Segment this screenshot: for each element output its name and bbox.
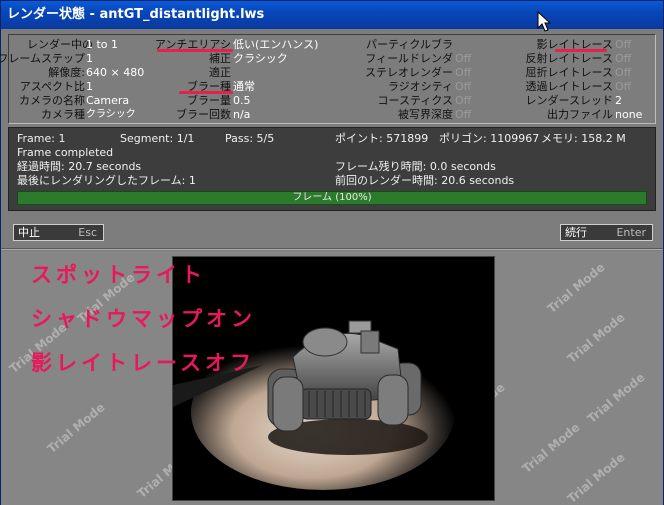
reconstruction-label: 補正 — [209, 52, 231, 65]
polygons-readout: ポリゴン: 1109967 — [439, 132, 540, 145]
render-preview-image — [172, 256, 495, 501]
resolution-value: 640 × 480 — [86, 66, 145, 79]
trial-mode-watermark: Trial Mode — [584, 370, 648, 426]
blur-passes-value: n/a — [233, 108, 251, 121]
trial-mode-watermark: Trial Mode — [544, 260, 608, 316]
continue-shortcut: Enter — [616, 226, 646, 239]
render-display-area: Trial Mode Trial Mode Trial Mode Trial Mode… — [1, 251, 663, 505]
progress-label: フレーム (100%) — [292, 192, 372, 203]
render-progress-panel: Frame: 1 Segment: 1/1 Pass: 5/5 ポイント: 57… — [8, 127, 656, 211]
trans-rt-label: 透過レイトレース — [525, 80, 613, 93]
window-title: レンダー状態 - antGT_distantlight.lws — [7, 7, 265, 22]
frame-step-value: 1 — [86, 52, 93, 65]
trial-mode-watermark: Trial Mode — [564, 310, 628, 366]
trans-rt-value: Off — [615, 80, 632, 93]
caustics-label: コースティクス — [377, 94, 453, 107]
frame-progress-bar: フレーム (100%) — [17, 191, 647, 205]
abort-label: 中止 — [18, 226, 40, 239]
dof-value: Off — [455, 108, 472, 121]
rendered-car-scene — [173, 257, 494, 500]
annotation-shadow-raytrace-off: 影レイトレースオフ — [31, 351, 255, 375]
output-label: 出力ファイル — [547, 108, 613, 121]
abort-button[interactable]: 中止 Esc — [13, 224, 104, 241]
reflect-rt-label: 反射レイトレース — [525, 52, 613, 65]
radiosity-label: ラジオシティ — [387, 80, 453, 93]
trial-mode-watermark: Trial Mode — [519, 420, 583, 476]
camera-name-label: カメラの名称 — [19, 94, 85, 107]
refract-rt-value: Off — [615, 66, 632, 79]
shadow-rt-value: Off — [615, 38, 632, 51]
antialias-value: 低い(エンハンス) — [233, 38, 319, 51]
blur-type-value: 通常 — [233, 80, 255, 93]
abort-shortcut: Esc — [78, 226, 97, 239]
threads-label: レンダースレッド — [525, 94, 613, 107]
reflect-rt-value: Off — [615, 52, 632, 65]
dof-label: 被写界深度 — [398, 108, 453, 121]
mouse-cursor-icon — [537, 11, 551, 32]
caustics-value: Off — [455, 94, 472, 107]
divider — [1, 248, 663, 250]
memory-readout: メモリ: 158.2 M — [541, 132, 626, 145]
annotation-shadow-map-on: シャドウマップオン — [31, 307, 256, 331]
render-settings-panel: レンダー中の 1 to 1 フレームステップ 1 解像度: 640 × 480 … — [0, 34, 656, 124]
frame-readout: Frame: 1 — [17, 132, 66, 145]
stereo-value: Off — [455, 66, 472, 79]
blur-amount-label: ブラー量 — [187, 94, 231, 107]
field-render-label: フィールドレンダ — [365, 52, 453, 65]
aspect-label: アスペクト比 — [19, 80, 85, 93]
radiosity-value: Off — [455, 80, 472, 93]
output-value: none — [615, 108, 643, 121]
trial-mode-watermark: Trial Mode — [44, 400, 108, 456]
blur-passes-label: ブラー回数 — [176, 108, 231, 121]
last-time-readout: 前回のレンダー時間: 20.6 seconds — [335, 174, 515, 187]
continue-label: 続行 — [565, 226, 587, 239]
adaptive-label: 適正 — [209, 66, 231, 79]
trial-mode-watermark: Trial Mode — [564, 450, 628, 505]
frame-step-label: フレームステップ — [0, 52, 85, 65]
segment-readout: Segment: 1/1 — [120, 132, 195, 145]
resolution-label: 解像度: — [48, 66, 85, 79]
render-frame-row: レンダー中の — [27, 38, 93, 51]
render-frame-value: 1 to 1 — [86, 38, 119, 51]
camera-type-label: カメラ種 — [41, 108, 85, 121]
camera-type-value: クラシック — [86, 109, 136, 120]
annotation-spotlight: スポットライト — [31, 263, 206, 287]
camera-name-value: Camera — [86, 94, 130, 107]
aspect-value: 1 — [86, 80, 93, 93]
threads-value: 2 — [615, 94, 622, 107]
points-readout: ポイント: 571899 — [335, 132, 429, 145]
stereo-label: ステレオレンダー — [365, 66, 453, 79]
reconstruction-value: クラシック — [233, 52, 288, 65]
title-bar[interactable]: レンダー状態 - antGT_distantlight.lws — [1, 1, 663, 29]
continue-button[interactable]: 続行 Enter — [560, 224, 653, 241]
field-render-value: Off — [455, 52, 472, 65]
status-message: Frame completed — [17, 146, 114, 159]
remaining-readout: フレーム残り時間: 0.0 seconds — [335, 160, 496, 173]
particle-blur-label: パーティクルブラ — [365, 38, 453, 51]
refract-rt-label: 屈折レイトレース — [525, 66, 613, 79]
render-status-window: レンダー状態 - antGT_distantlight.lws レンダー中の 1… — [0, 0, 664, 505]
elapsed-readout: 経過時間: 20.7 seconds — [17, 160, 142, 173]
pass-readout: Pass: 5/5 — [225, 132, 275, 145]
blur-amount-value: 0.5 — [233, 94, 251, 107]
last-frame-readout: 最後にレンダリングしたフレーム: 1 — [17, 174, 196, 187]
